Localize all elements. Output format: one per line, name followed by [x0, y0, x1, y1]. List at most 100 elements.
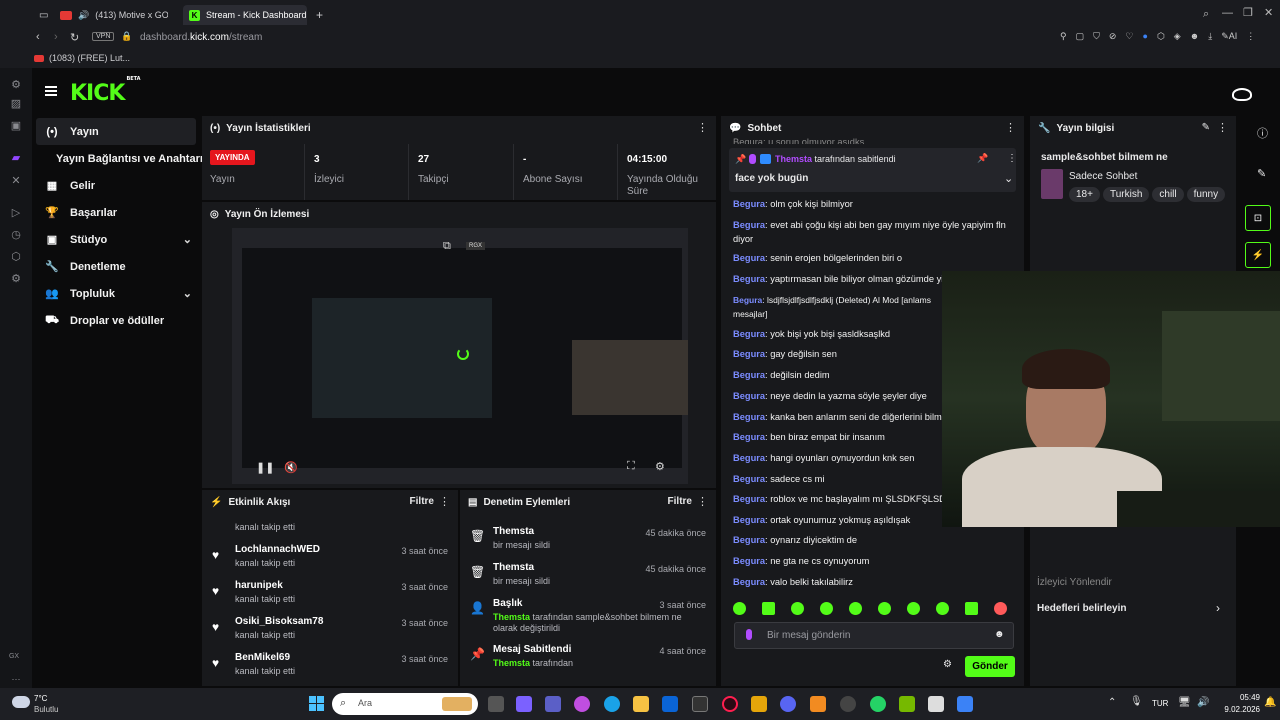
chat-user[interactable]: Begura	[733, 556, 765, 566]
emote-icon[interactable]	[791, 602, 804, 615]
chevron-down-icon[interactable]: ⌄	[1004, 172, 1013, 185]
minimize-icon[interactable]: —	[1222, 7, 1233, 19]
snapshot-icon[interactable]: ▢	[1076, 31, 1085, 42]
avatar-icon[interactable]: ☻	[1190, 31, 1199, 42]
forward-icon[interactable]: ›	[54, 31, 58, 43]
x-icon[interactable]: ✕	[10, 175, 22, 187]
volume-icon[interactable]: 🔊	[1197, 697, 1209, 708]
gx-media-icon[interactable]: ▣	[10, 120, 22, 132]
emote-icon[interactable]	[878, 602, 891, 615]
sidebar-item-denetleme[interactable]: 🔧 Denetleme	[36, 253, 196, 280]
obs-icon[interactable]	[840, 696, 856, 712]
emote-icon[interactable]	[762, 602, 775, 615]
quick-action-bolt-button[interactable]: ⚡	[1245, 242, 1271, 268]
weather-desc[interactable]: Bulutlu	[34, 705, 58, 714]
chat-user[interactable]: Begura	[733, 391, 765, 401]
shield-icon[interactable]: ⛉	[1093, 31, 1100, 42]
emote-icon[interactable]	[907, 602, 920, 615]
tag[interactable]: chill	[1152, 187, 1184, 202]
back-icon[interactable]: ‹	[36, 31, 40, 43]
send-button[interactable]: Gönder	[965, 656, 1015, 677]
gear-icon[interactable]: ⚙	[655, 460, 665, 473]
language-indicator[interactable]: TUR	[1152, 699, 1168, 708]
chat-user[interactable]: Begura	[733, 412, 765, 422]
twitch-icon[interactable]: ▰	[10, 152, 22, 164]
browser-tab-youtube[interactable]: 🔊 (413) Motive x GOKO	[54, 5, 174, 25]
chat-input[interactable]: Bir mesaj gönderin ☻	[734, 622, 1014, 649]
chat-user[interactable]: Begura	[733, 453, 765, 463]
tag[interactable]: Turkish	[1102, 187, 1150, 202]
history-icon[interactable]: ◷	[10, 229, 22, 241]
unpin-icon[interactable]: 📌	[977, 153, 988, 164]
chevron-up-icon[interactable]: ⌃	[1108, 697, 1116, 708]
more-options-icon[interactable]: ⋮	[1007, 153, 1017, 164]
sidebar-item-gelir[interactable]: ▦ Gelir	[36, 172, 196, 199]
sidebar-item-basarilar[interactable]: 🏆 Başarılar	[36, 199, 196, 226]
sidebar-item-yayin[interactable]: (•) Yayın	[36, 118, 196, 145]
pin-icon[interactable]: ⚲	[1060, 31, 1067, 42]
store-icon[interactable]	[692, 696, 708, 712]
moderator-name[interactable]: Themsta	[493, 658, 530, 668]
chat-user[interactable]: Begura	[733, 535, 765, 545]
maximize-icon[interactable]: ❐	[1243, 6, 1253, 19]
nvidia-icon[interactable]	[899, 696, 915, 712]
gx-control-icon[interactable]: ⚙	[10, 79, 22, 91]
moderation-actor[interactable]: Mesaj Sabitlendi	[493, 644, 571, 655]
task-view-icon[interactable]	[488, 696, 504, 712]
more-options-icon[interactable]: ⋮	[697, 122, 708, 134]
bookmark-item[interactable]: (1083) (FREE) Lut...	[34, 53, 130, 63]
opera-gx-icon[interactable]	[722, 696, 738, 712]
more-options-icon[interactable]: ⋮	[439, 496, 450, 508]
chat-user[interactable]: Begura	[733, 474, 765, 484]
moderation-actor[interactable]: Themsta	[493, 526, 534, 537]
url-field[interactable]: dashboard.kick.com/stream	[140, 32, 262, 43]
chat-user[interactable]: Begura	[733, 432, 765, 442]
emote-icon[interactable]	[820, 602, 833, 615]
chat-user[interactable]: Begura	[733, 295, 762, 305]
activity-user[interactable]: BenMikel69	[235, 652, 290, 663]
user-avatar-icon[interactable]	[1232, 88, 1252, 101]
more-options-icon[interactable]: ⋮	[1005, 122, 1016, 134]
quick-action-raid-button[interactable]: ⊡	[1245, 205, 1271, 231]
chevron-down-icon[interactable]: ⌄	[183, 287, 192, 300]
vpn-globe-icon[interactable]: ●	[1143, 31, 1148, 42]
extensions-icon[interactable]: ⬡	[10, 251, 22, 263]
more-icon[interactable]: ⋯	[10, 673, 22, 685]
emote-icon[interactable]	[849, 602, 862, 615]
app-icon[interactable]	[810, 696, 826, 712]
filter-button[interactable]: Filtre	[668, 496, 692, 507]
fullscreen-icon[interactable]: ⛶	[627, 460, 635, 473]
clock-time[interactable]: 05:49	[1230, 693, 1260, 702]
tag[interactable]: 18+	[1069, 187, 1100, 202]
notes-icon[interactable]	[957, 696, 973, 712]
more-options-icon[interactable]: ⋮	[697, 496, 708, 508]
chat-user[interactable]: Begura	[733, 220, 765, 230]
chat-user[interactable]: Begura	[733, 274, 765, 284]
kick-logo[interactable]: KICKBETA	[70, 76, 141, 106]
vpn-badge[interactable]: VPN	[92, 32, 115, 41]
network-icon[interactable]: 🖥	[1178, 697, 1191, 708]
chat-settings-icon[interactable]: ⚙	[943, 659, 952, 670]
sidebar-item-topluluk[interactable]: 👥 Topluluk ⌄	[36, 280, 196, 307]
moderator-name[interactable]: Themsta	[493, 612, 530, 622]
emote-icon[interactable]	[994, 602, 1007, 615]
app-icon[interactable]	[928, 696, 944, 712]
category-name[interactable]: Sadece Sohbet	[1069, 171, 1137, 182]
emote-icon[interactable]	[965, 602, 978, 615]
chevron-right-icon[interactable]: ›	[1216, 601, 1220, 615]
set-goals-link[interactable]: Hedefleri belirleyin	[1037, 603, 1126, 614]
edge-icon[interactable]	[604, 696, 620, 712]
close-icon[interactable]: ✕	[1264, 6, 1273, 19]
tag[interactable]: funny	[1186, 187, 1226, 202]
outlook-icon[interactable]	[662, 696, 678, 712]
heart-icon[interactable]: ♡	[1125, 31, 1133, 42]
whatsapp-icon[interactable]	[870, 696, 886, 712]
moderation-actor[interactable]: Başlık	[493, 598, 522, 609]
activity-user[interactable]: LochlannachWED	[235, 544, 320, 555]
edit-icon[interactable]: ✎	[1202, 122, 1210, 133]
activity-user[interactable]: Osiki_Bisoksam78	[235, 616, 323, 627]
meet-icon[interactable]	[516, 696, 532, 712]
preview-video[interactable]: ⧉ RGX ❚❚ 🔇 ⛶ ⚙	[232, 228, 688, 484]
tab-icon-button[interactable]: ▭	[33, 5, 54, 25]
emote-icon[interactable]	[936, 602, 949, 615]
